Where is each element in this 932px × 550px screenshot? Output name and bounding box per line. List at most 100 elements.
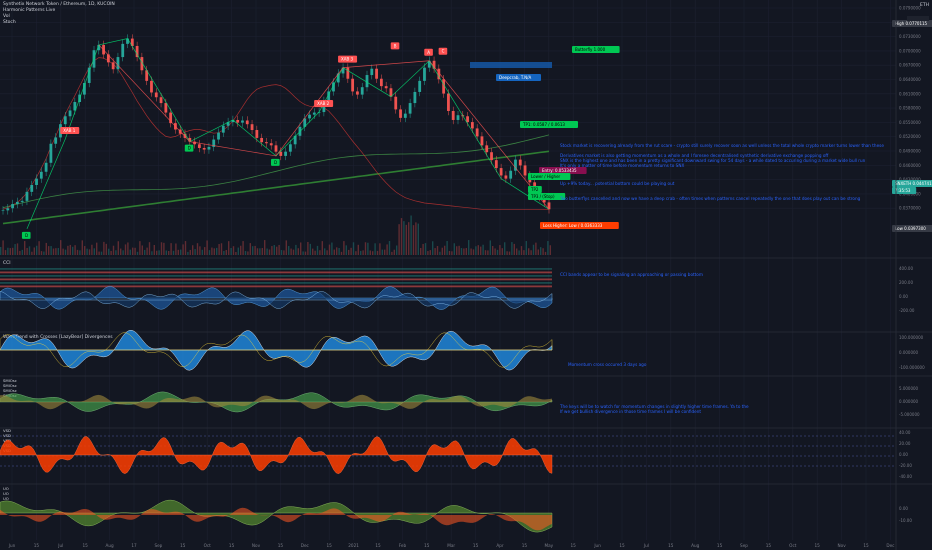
volume-bar <box>376 250 379 255</box>
label-a: A <box>427 50 430 55</box>
candle-body <box>269 143 273 146</box>
volume-bar <box>439 251 441 255</box>
volume-bar <box>43 251 45 255</box>
time-label: 15 <box>619 543 625 548</box>
cci-tick: 0.00 <box>899 294 908 299</box>
candle-body <box>126 38 129 44</box>
label-d1: D <box>25 233 28 238</box>
volume-bar <box>256 248 259 255</box>
volume-bar <box>163 242 165 255</box>
candle-body <box>15 201 19 205</box>
volume-bar <box>391 251 393 255</box>
volume-bar <box>266 248 268 255</box>
volume-bar <box>7 247 9 255</box>
note-6: Two butterflys cancelled and now we have… <box>560 196 861 201</box>
volume-bar <box>280 250 283 255</box>
volume-bar <box>540 247 542 255</box>
volume-bar <box>4 250 7 255</box>
volume-bar <box>321 241 323 255</box>
indicator-stoch[interactable]: Stoch <box>3 20 16 25</box>
candle-body <box>241 120 244 123</box>
volume-bar <box>230 248 232 255</box>
volume-bar <box>156 250 158 255</box>
indicator-harmonic[interactable]: Harmonic Patterns Live <box>3 8 55 13</box>
volume-bar <box>314 250 316 255</box>
candle-body <box>466 116 469 123</box>
countdown-tag: 7:35:53 <box>895 188 911 193</box>
vsd-tick: 0.00 <box>899 452 908 457</box>
candle-body <box>49 143 53 163</box>
candle-body <box>451 110 455 120</box>
candle-body <box>30 184 34 192</box>
volume-bar <box>64 249 67 255</box>
candle-body <box>518 159 522 166</box>
label-d3: D <box>274 160 277 165</box>
volume-bar <box>235 251 237 255</box>
candle-body <box>207 146 211 150</box>
volume-bar <box>316 245 319 255</box>
volume-bar <box>228 241 230 255</box>
vsd-tick: -40.00 <box>899 474 912 479</box>
volume-bar <box>189 249 191 255</box>
price-tick: 0.0610000 <box>899 91 921 96</box>
candle-body <box>308 114 311 119</box>
vsd-tick: 40.00 <box>899 430 911 435</box>
chart-canvas[interactable]: Jun 15 Jul 15 Aug 17 Sep 15 Oct 15 Nov 15 Dec 15 2021 1… <box>0 0 932 550</box>
volume-bar <box>424 243 427 255</box>
volume-bar <box>172 250 175 255</box>
volume-bar <box>132 247 134 255</box>
candle-body <box>39 171 43 179</box>
volume-bar <box>429 250 431 255</box>
volume-bar <box>288 246 290 255</box>
volume-bar <box>304 251 307 255</box>
volume-bar <box>168 251 170 255</box>
volume-bar <box>249 243 251 255</box>
volume-bar <box>496 249 499 255</box>
candle-body <box>150 80 153 93</box>
volume-bar <box>367 242 369 255</box>
volume-bar <box>271 246 273 255</box>
candle-body <box>35 178 38 185</box>
volume-bar <box>307 241 309 255</box>
cci-tick: 200.00 <box>899 280 913 285</box>
volume-bar <box>252 246 254 255</box>
indicator-vol[interactable]: Vol <box>3 14 10 19</box>
volume-bar <box>285 240 287 255</box>
volume-bar <box>26 247 28 255</box>
time-label: 15 <box>717 543 723 548</box>
volume-bar <box>511 242 513 255</box>
cci-tick: -200.00 <box>899 308 915 313</box>
candle-body <box>284 151 287 156</box>
candle-body <box>394 96 398 110</box>
volume-bar <box>124 244 127 255</box>
time-label: Nov <box>252 543 261 548</box>
volume-bar <box>468 240 470 255</box>
cci-band <box>0 275 552 277</box>
volume-bar <box>484 250 487 255</box>
volume-bar <box>45 242 47 255</box>
volume-bar <box>79 250 81 255</box>
volume-bar <box>69 244 71 255</box>
volume-bar <box>139 241 141 255</box>
volume-bar <box>201 249 203 255</box>
volume-bar <box>108 248 110 255</box>
volume-bar <box>175 243 177 255</box>
volume-bar <box>513 243 515 255</box>
time-label: 15 <box>424 543 430 548</box>
candle-body <box>346 67 350 79</box>
candle-body <box>379 78 383 87</box>
volume-bar <box>448 250 451 255</box>
volume-bar <box>352 242 355 255</box>
price-tick: 0.0670000 <box>899 63 921 68</box>
volume-bar <box>446 240 448 255</box>
cci-band <box>0 271 552 274</box>
volume-bar <box>57 248 59 255</box>
volume-bar <box>199 246 201 255</box>
scale-toggle[interactable] <box>907 16 929 21</box>
volume-bar <box>331 242 333 255</box>
candle-body <box>494 160 498 169</box>
volume-bar <box>264 240 266 255</box>
candle-body <box>197 144 201 148</box>
volume-bar <box>520 246 523 255</box>
volume-bar <box>348 249 350 255</box>
